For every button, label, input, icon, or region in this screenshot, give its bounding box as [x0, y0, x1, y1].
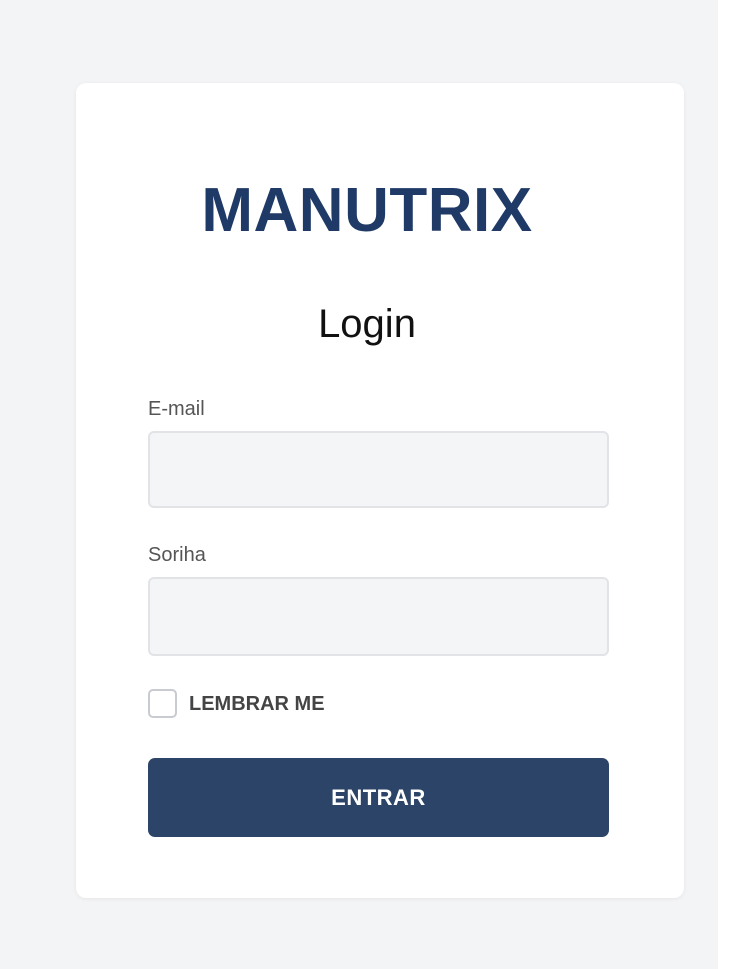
page-edge	[718, 0, 734, 969]
password-label: Soriha	[148, 544, 206, 566]
password-field[interactable]	[148, 577, 609, 656]
remember-me-label[interactable]: LEMBRAR ME	[189, 692, 325, 716]
remember-me-row[interactable]: LEMBRAR ME	[148, 687, 325, 720]
page-title: Login	[318, 302, 416, 346]
email-field[interactable]	[148, 431, 609, 508]
remember-me-checkbox[interactable]	[148, 689, 177, 718]
login-button[interactable]: ENTRAR	[148, 758, 609, 837]
email-label: E-mail	[148, 398, 205, 420]
brand-logo: MANUTRIX	[201, 176, 533, 245]
